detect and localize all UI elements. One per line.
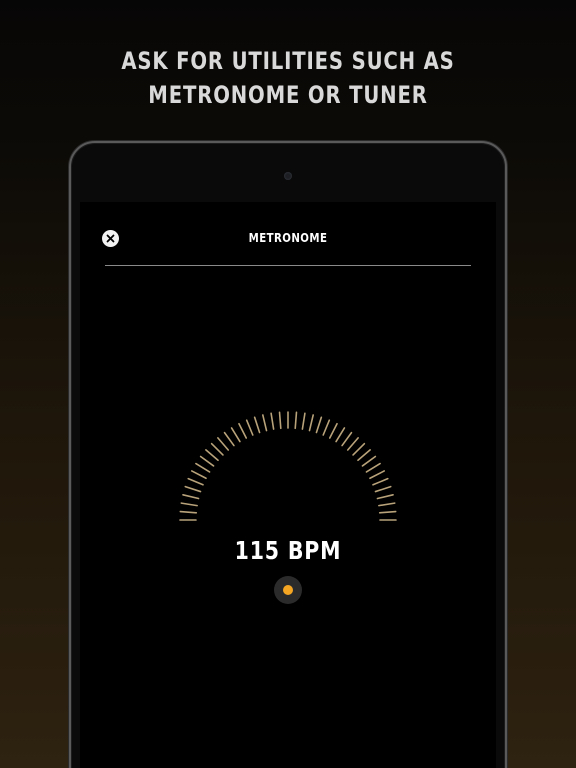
dial-tick [346, 437, 359, 451]
dial-tick [182, 493, 200, 500]
dial-tick [230, 427, 241, 443]
dial-tick [361, 455, 377, 467]
dial-tick [301, 412, 306, 430]
dial-tick [378, 510, 397, 514]
dial-tick [187, 477, 204, 486]
dial-tick [270, 412, 275, 430]
dial-tick [315, 416, 323, 434]
dial-tick [184, 485, 202, 493]
dial-tick [294, 411, 298, 430]
dot-icon [283, 585, 293, 595]
dial-tick [180, 502, 198, 507]
dial-tick [341, 431, 353, 447]
dial-tick [369, 470, 386, 480]
dial-tick [190, 470, 207, 480]
close-button[interactable] [102, 230, 119, 247]
dial-tick [374, 485, 392, 493]
dial-tick [278, 411, 282, 430]
close-icon [106, 234, 115, 243]
dial-tick [365, 462, 381, 473]
dial-tick [217, 437, 230, 451]
dial-tick [352, 442, 366, 456]
dial-tick [195, 462, 211, 473]
dial-tick [261, 414, 268, 432]
screen-title: METRONOME [248, 231, 328, 245]
promo-headline: ASK FOR UTILITIES SUCH AS METRONOME OR T… [52, 44, 524, 112]
dial-tick [223, 431, 235, 447]
dial-tick [376, 493, 394, 500]
promo-headline-line-2: METRONOME OR TUNER [148, 81, 428, 109]
dial-tick [245, 419, 254, 436]
promo-headline-line-1: ASK FOR UTILITIES SUCH AS [121, 47, 455, 75]
tempo-dial[interactable] [176, 404, 400, 528]
dial-tick [378, 502, 396, 507]
dial-tick [308, 414, 315, 432]
dial-tick [328, 422, 338, 439]
dial-tick [357, 449, 371, 462]
dial-tick [210, 442, 224, 456]
dial-tick [199, 455, 215, 467]
camera-icon [284, 172, 292, 180]
dial-tick [179, 510, 198, 514]
dial-tick [253, 416, 261, 434]
header-divider [105, 265, 471, 266]
dial-tick [372, 477, 389, 486]
dial-tick [335, 427, 346, 443]
beat-indicator-button[interactable] [274, 576, 302, 604]
dial-tick [322, 419, 331, 436]
dial-tick [205, 449, 219, 462]
bpm-readout: 115 BPM [234, 536, 342, 565]
dial-tick [238, 422, 248, 439]
app-screenshot: { "headline": { "line1": "ASK FOR UTILIT… [0, 0, 576, 768]
